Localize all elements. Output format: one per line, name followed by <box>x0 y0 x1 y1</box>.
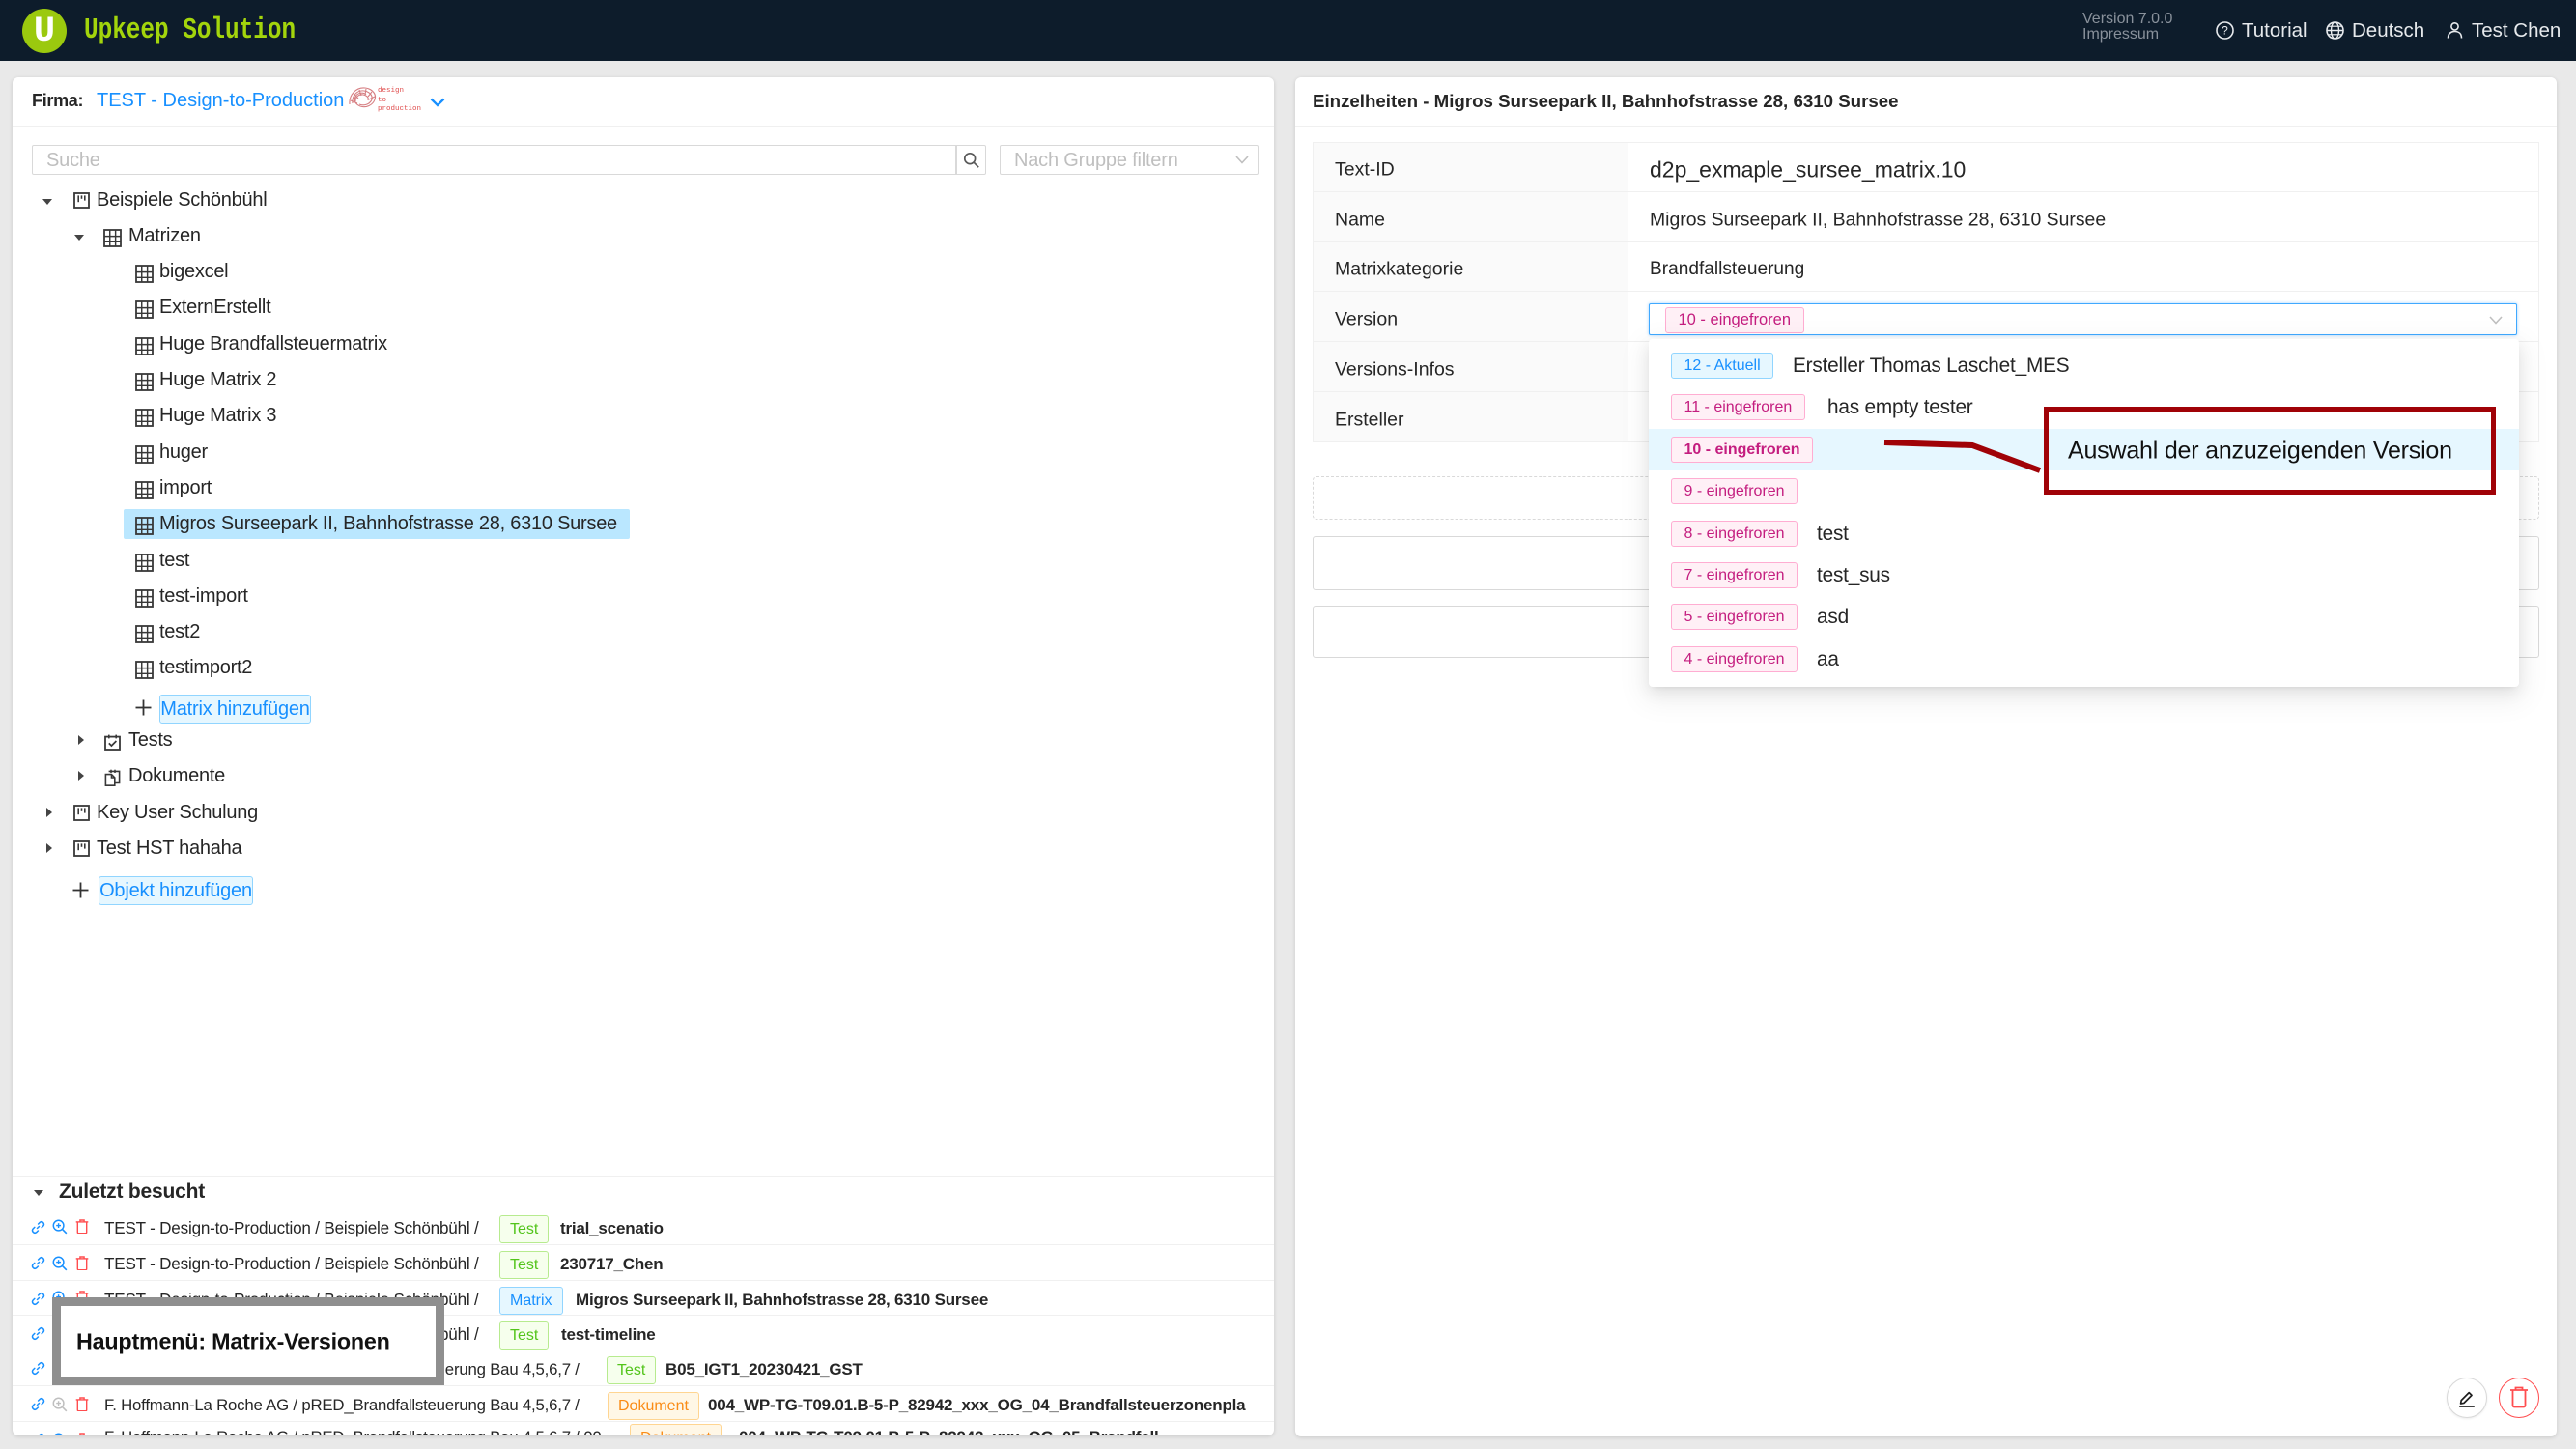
svg-text:?: ? <box>2222 24 2228 38</box>
